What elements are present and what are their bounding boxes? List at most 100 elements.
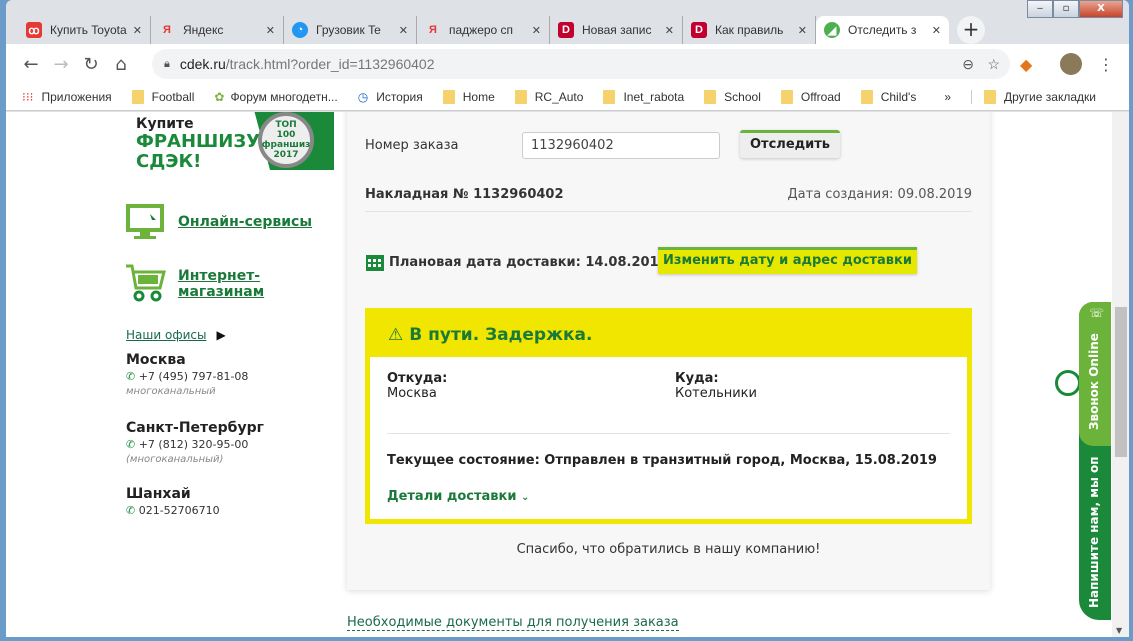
online-services-label[interactable]: Онлайн-сервисы [178, 214, 312, 230]
tab-title: Как правиль [715, 23, 784, 37]
bookmark-item[interactable]: RC_Auto [514, 90, 584, 104]
close-tab-icon[interactable]: ✕ [266, 24, 275, 37]
other-bookmarks[interactable]: Другие закладки [971, 90, 1096, 104]
calendar-icon [366, 255, 384, 271]
office-phone[interactable]: 021-52706710 [139, 504, 220, 517]
bookmark-item[interactable]: Home [442, 90, 495, 104]
divider [365, 211, 972, 212]
close-tab-icon[interactable]: ✕ [532, 24, 541, 37]
address-bar[interactable]: 🔒︎ cdek.ru/track.html?order_id=113296040… [152, 49, 1010, 79]
warning-icon: ⚠ [388, 325, 404, 345]
browser-toolbar: ← → ↻ ⌂ 🔒︎ cdek.ru/track.html?order_id=1… [6, 44, 1129, 84]
required-documents-link[interactable]: Необходимые документы для получения зака… [347, 615, 679, 631]
window-controls: ‒ ▫ X [1027, 0, 1123, 18]
folder-icon [442, 90, 455, 104]
shops-line: магазинам [178, 284, 265, 300]
tab[interactable]: D Как правиль ✕ [683, 16, 816, 44]
tab[interactable]: ◔ Грузовик Te ✕ [284, 16, 417, 44]
tab-title: Купить Toyota [50, 23, 127, 37]
new-tab-button[interactable]: + [957, 16, 985, 44]
lock-icon: 🔒︎ [164, 57, 170, 70]
zoom-icon[interactable]: ⊖ [962, 56, 974, 73]
back-button[interactable]: ← [16, 54, 46, 75]
status-title: В пути. Задержка. [409, 325, 593, 345]
close-window-button[interactable]: X [1079, 0, 1123, 18]
history-icon: ◷ [357, 90, 369, 104]
office-phone[interactable]: +7 (812) 320-95-00 [139, 438, 249, 451]
folder-icon [603, 90, 616, 104]
office-city: Санкт-Петербург [126, 420, 264, 436]
close-tab-icon[interactable]: ✕ [133, 24, 142, 37]
cart-icon [126, 264, 166, 302]
call-label: Звонок Online [1087, 333, 1101, 430]
divider [387, 433, 950, 434]
folder-icon [984, 90, 997, 104]
close-tab-icon[interactable]: ✕ [932, 24, 941, 37]
bookmark-label: RC_Auto [534, 90, 584, 104]
star-icon[interactable]: ☆ [987, 56, 1000, 73]
office-phone[interactable]: +7 (495) 797-81-08 [139, 370, 249, 383]
bookmark-label: Inet_rabota [623, 90, 685, 104]
minimize-button[interactable]: ‒ [1027, 0, 1053, 18]
tab[interactable]: ◢ Отследить з ✕ [816, 16, 949, 44]
chat-label: Напишите нам, мы оп [1087, 456, 1101, 608]
more-bookmarks-button[interactable]: » [944, 90, 951, 104]
scroll-down-icon[interactable]: ▼ [1116, 626, 1122, 635]
url-path: /track.html?order_id=1132960402 [225, 56, 435, 72]
our-offices-link[interactable]: Наши офисы ▶ [126, 328, 226, 342]
delivery-details-toggle[interactable]: Детали доставки ⌄ [387, 489, 529, 504]
online-services-link[interactable]: Онлайн-сервисы [126, 204, 312, 240]
office-note: многоканальный [126, 386, 216, 397]
phone-icon: ✆ [126, 438, 136, 451]
tab-title: Отследить з [848, 23, 917, 37]
from-label: Откуда: [387, 371, 448, 386]
office-city: Шанхай [126, 486, 191, 502]
bookmark-item[interactable]: ◷ История [358, 90, 423, 104]
page-content: ТОП 100 франшиз 2017 Купите ФРАНШИЗУ СДЭ… [6, 112, 1129, 637]
monitor-icon [126, 204, 164, 239]
scrollbar-thumb[interactable] [1115, 307, 1127, 457]
close-tab-icon[interactable]: ✕ [665, 24, 674, 37]
maximize-button[interactable]: ▫ [1053, 0, 1079, 18]
bookmark-label: Football [151, 90, 195, 104]
invoice-number: Накладная № 1132960402 [365, 187, 564, 202]
tab[interactable]: ꝏ Купить Toyota ✕ [18, 16, 151, 44]
favicon-icon: D [691, 22, 707, 38]
menu-icon[interactable]: ⋮ [1098, 55, 1114, 74]
chat-bubble-icon[interactable] [1055, 370, 1081, 396]
bookmark-label: Offroad [800, 90, 841, 104]
bookmark-item[interactable]: Inet_rabota [603, 90, 684, 104]
bookmark-label: Другие закладки [1004, 90, 1096, 104]
tab[interactable]: D Новая запис ✕ [550, 16, 683, 44]
bookmark-item[interactable]: Football [131, 90, 195, 104]
phone-icon: ✆ [126, 504, 136, 517]
bookmark-label: School [724, 90, 761, 104]
bookmark-item[interactable]: Offroad [780, 90, 841, 104]
reload-button[interactable]: ↻ [76, 54, 106, 75]
tab[interactable]: Япаджеро сп ✕ [417, 16, 550, 44]
track-button[interactable]: Отследить [740, 130, 840, 158]
bookmark-item[interactable]: ⁝⁝⁝ Приложения [22, 90, 112, 104]
avatar[interactable] [1060, 53, 1082, 75]
home-button[interactable]: ⌂ [106, 54, 136, 75]
franchise-promo[interactable]: ТОП 100 франшиз 2017 Купите ФРАНШИЗУ СДЭ… [136, 112, 334, 186]
scrollbar[interactable]: ▼ [1112, 112, 1129, 637]
call-online-widget[interactable]: ☏ Звонок Online [1079, 302, 1111, 446]
close-tab-icon[interactable]: ✕ [798, 24, 807, 37]
online-shops-link[interactable]: Интернет-магазинам [126, 264, 264, 304]
extension-fox-icon[interactable]: ◆ [1020, 55, 1032, 74]
change-delivery-button[interactable]: Изменить дату и адрес доставки [658, 247, 917, 274]
office-entry: Шанхай ✆ 021-52706710 [126, 486, 220, 517]
bookmark-label: Child's [880, 90, 917, 104]
bookmark-label: История [376, 90, 423, 104]
bookmark-item[interactable]: ✿ Форум многодетн... [214, 90, 337, 104]
to-value: Котельники [675, 386, 757, 401]
order-number-input[interactable] [522, 132, 720, 159]
close-tab-icon[interactable]: ✕ [399, 24, 408, 37]
bookmark-item[interactable]: Child's [860, 90, 917, 104]
forward-button[interactable]: → [46, 54, 76, 75]
details-label: Детали доставки [387, 489, 517, 504]
online-shops-label[interactable]: Интернет-магазинам [178, 268, 264, 300]
tab[interactable]: Я Яндекс ✕ [151, 16, 284, 44]
bookmark-item[interactable]: School [704, 90, 761, 104]
